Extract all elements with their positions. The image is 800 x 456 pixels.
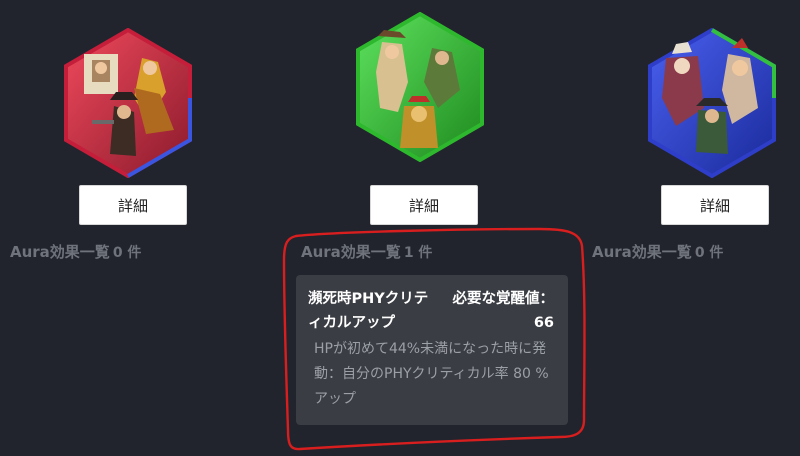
required-awakening-value: 66 [533,315,554,331]
character-portrait-icon [64,28,192,178]
aura-count-1: Aura効果一覧 0 件 [10,241,141,262]
required-awakening-label: 必要な覚醒値： [452,291,555,307]
aura-count-value: 1 件 [403,245,433,261]
detail-button-3[interactable]: 詳細 [661,185,769,225]
aura-count-label: Aura効果一覧 [10,243,110,261]
unit-portrait-3[interactable] [646,28,778,178]
character-portrait-icon [356,12,484,162]
aura-effect-card: 瀕死時PHYクリティカルアップ 必要な覚醒値： 66 HPが初めて44%未満にな… [296,275,568,425]
aura-count-2: Aura効果一覧 1 件 [301,241,432,262]
aura-count-label: Aura効果一覧 [592,243,692,261]
aura-count-label: Aura効果一覧 [301,243,401,261]
aura-effect-header: 瀕死時PHYクリティカルアップ 必要な覚醒値： 66 [308,287,554,335]
aura-effect-requirement: 必要な覚醒値： 66 [453,287,555,335]
aura-effect-name: 瀕死時PHYクリティカルアップ [308,291,429,331]
detail-button-2[interactable]: 詳細 [370,185,478,225]
aura-count-3: Aura効果一覧 0 件 [592,241,723,262]
aura-effect-description: HPが初めて44%未満になった時に発動：自分のPHYクリティカル率 80 %アッ… [314,341,549,407]
aura-count-value: 0 件 [112,245,142,261]
aura-screen: 詳細 Aura効果一覧 0 件 詳細 Aura効果一覧 1 件 詳細 Aura効… [0,0,800,456]
unit-portrait-1[interactable] [62,28,194,178]
character-portrait-icon [648,28,776,178]
detail-button-1[interactable]: 詳細 [79,185,187,225]
aura-count-value: 0 件 [694,245,724,261]
unit-portrait-2[interactable] [354,12,486,162]
